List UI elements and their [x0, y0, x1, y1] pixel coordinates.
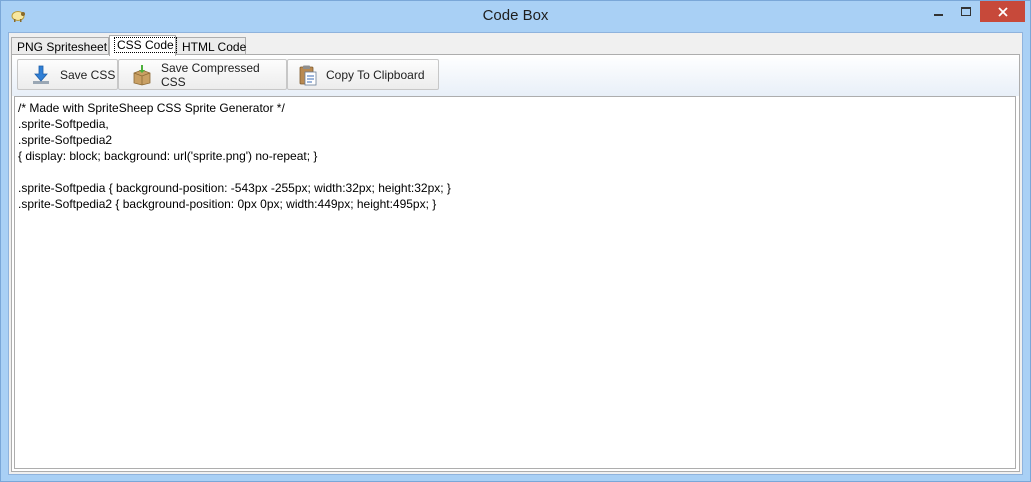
code-line: .sprite-Softpedia { background-position:…: [18, 181, 451, 195]
save-compressed-css-button[interactable]: Save Compressed CSS: [118, 59, 287, 90]
save-compressed-css-label: Save Compressed CSS: [161, 60, 260, 89]
copy-to-clipboard-button[interactable]: Copy To Clipboard: [287, 59, 439, 90]
save-css-button[interactable]: Save CSS: [17, 59, 118, 90]
close-button[interactable]: [980, 1, 1025, 22]
package-box-icon: [133, 64, 151, 85]
code-line: .sprite-Softpedia2 { background-position…: [18, 197, 437, 211]
clipboard-icon: [299, 65, 317, 85]
window-title: Code Box: [482, 7, 549, 24]
toolbar: Save CSS Save Compressed CSS Copy To Cli…: [12, 55, 1019, 96]
css-code-textarea[interactable]: /* Made with SpriteSheep CSS Sprite Gene…: [14, 96, 1016, 469]
tab-html-code[interactable]: HTML Code: [176, 37, 246, 55]
maximize-button[interactable]: [952, 1, 979, 22]
tab-label: HTML Code: [182, 40, 247, 54]
minimize-icon: [934, 13, 943, 16]
copy-to-clipboard-label: Copy To Clipboard: [326, 67, 425, 82]
client-area: PNG Spritesheet CSS Code HTML Code Save …: [8, 32, 1023, 475]
save-css-label: Save CSS: [60, 67, 116, 82]
title-bar[interactable]: Code Box: [1, 1, 1030, 31]
tab-label: PNG Spritesheet: [17, 40, 108, 54]
code-line: .sprite-Softpedia2: [18, 133, 113, 147]
close-icon: [997, 6, 1008, 17]
minimize-button[interactable]: [925, 1, 952, 22]
tab-label: CSS Code: [114, 37, 177, 53]
code-box-window: Code Box PNG Spritesheet CSS Code HTML C…: [0, 0, 1031, 482]
tab-png-spritesheet[interactable]: PNG Spritesheet: [11, 37, 109, 55]
code-line: /* Made with SpriteSheep CSS Sprite Gene…: [18, 101, 285, 115]
css-code-text: /* Made with SpriteSheep CSS Sprite Gene…: [15, 97, 1015, 212]
code-line: { display: block; background: url('sprit…: [18, 149, 318, 163]
maximize-icon: [960, 7, 971, 16]
code-line: .sprite-Softpedia,: [18, 117, 109, 131]
tab-css-code[interactable]: CSS Code: [109, 35, 177, 56]
css-code-page: Save CSS Save Compressed CSS Copy To Cli…: [11, 54, 1020, 472]
download-arrow-icon: [33, 65, 49, 84]
